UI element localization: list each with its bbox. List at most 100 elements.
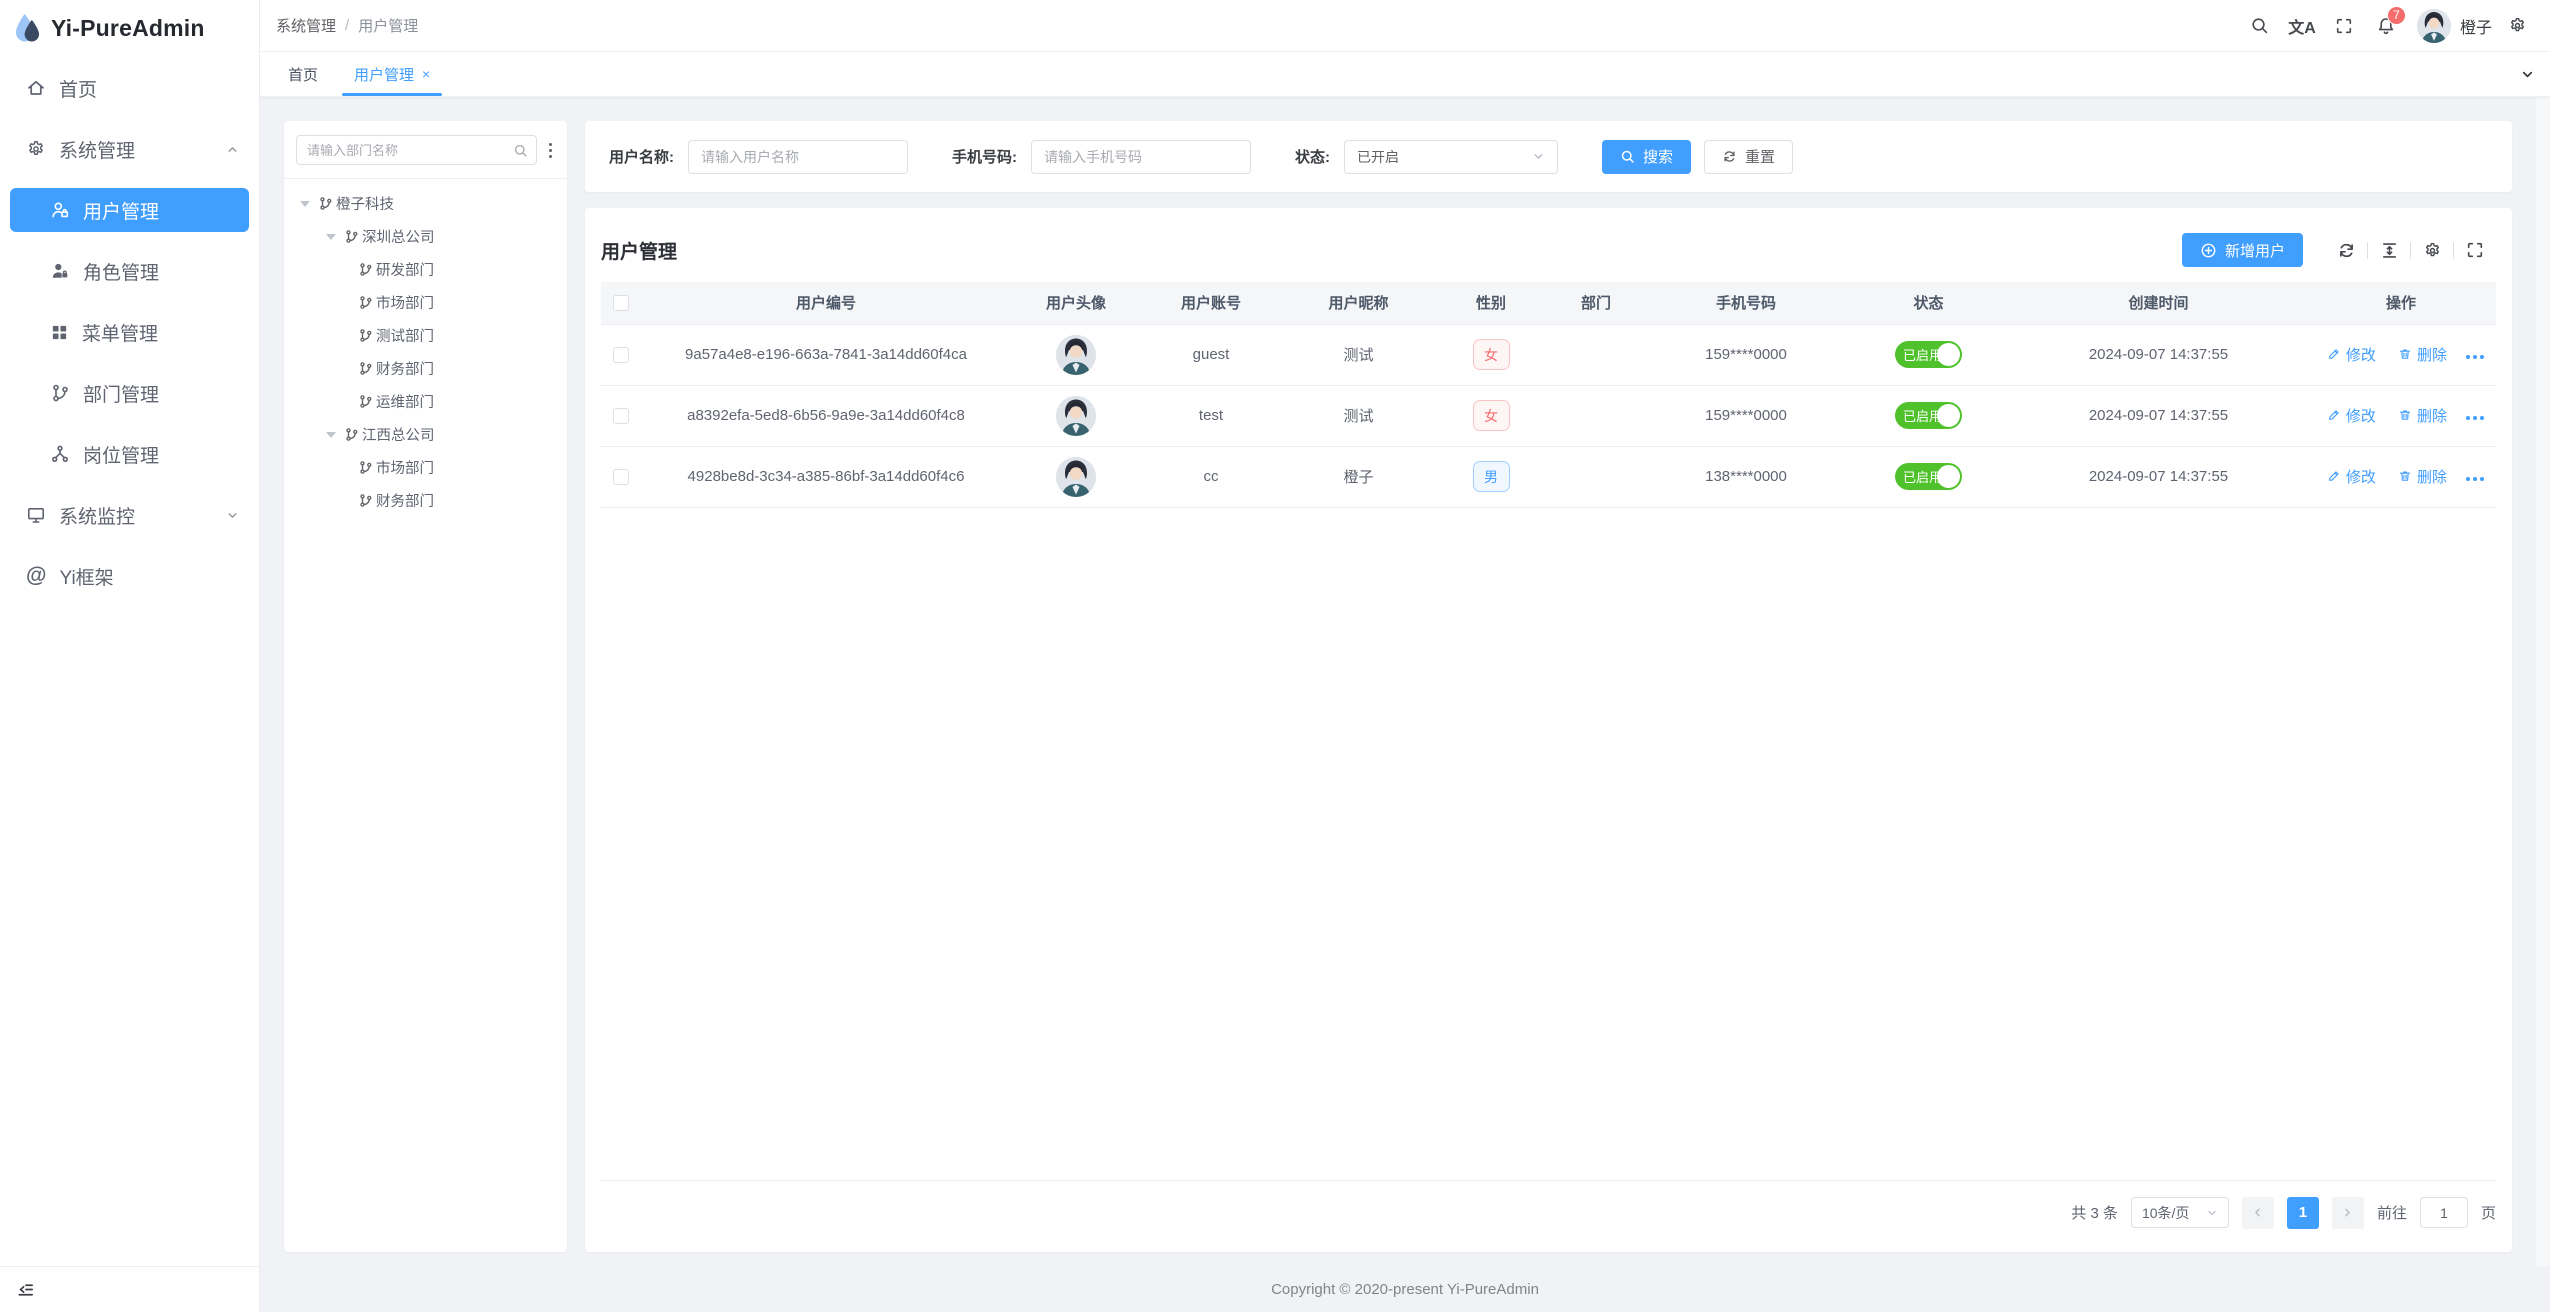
logo[interactable]: Yi-PureAdmin — [0, 0, 259, 57]
caret-down-icon[interactable] — [300, 201, 310, 207]
prev-page-button[interactable] — [2242, 1197, 2274, 1229]
sidebar-item-posts[interactable]: 岗位管理 — [0, 432, 259, 476]
row-checkbox[interactable] — [613, 347, 629, 363]
row-checkbox[interactable] — [613, 469, 629, 485]
tab-menu-button[interactable] — [2504, 67, 2550, 82]
search-icon — [513, 143, 528, 158]
close-icon[interactable]: × — [422, 67, 430, 81]
scrollbar-gutter[interactable] — [2536, 97, 2550, 1266]
branch-icon — [358, 295, 373, 310]
department-search-input[interactable] — [307, 143, 508, 158]
breadcrumb-separator: / — [345, 17, 349, 34]
user-avatar[interactable] — [2417, 9, 2451, 43]
cell-phone: 138****0000 — [1646, 446, 1846, 507]
sidebar: Yi-PureAdmin 首页 系统管理 用户管理 角色管理 菜单管理 部门管理 — [0, 0, 260, 1312]
language-toggle-button[interactable]: 文A — [2281, 0, 2323, 52]
table-fullscreen-button[interactable] — [2454, 233, 2496, 267]
tree-node-dept[interactable]: 市场部门 — [296, 286, 555, 319]
search-button[interactable]: 搜索 — [1602, 140, 1691, 174]
page-number-button[interactable]: 1 — [2287, 1197, 2319, 1229]
select-all-checkbox[interactable] — [613, 295, 629, 311]
tree-more-icon[interactable] — [546, 140, 555, 161]
sidebar-group-monitor[interactable]: 系统监控 — [0, 493, 259, 537]
tree-node-dept[interactable]: 测试部门 — [296, 319, 555, 352]
more-actions-button[interactable] — [2466, 416, 2484, 420]
global-search-button[interactable] — [2239, 0, 2281, 52]
toggle-knob — [1937, 465, 1960, 488]
sidebar-item-roles[interactable]: 角色管理 — [0, 249, 259, 293]
sidebar-item-menus[interactable]: 菜单管理 — [0, 310, 259, 354]
sidebar-item-home[interactable]: 首页 — [0, 66, 259, 110]
notifications-button[interactable]: 7 — [2365, 0, 2407, 52]
table-settings-button[interactable] — [2411, 233, 2453, 267]
cell-account: cc — [1141, 446, 1281, 507]
delete-button[interactable]: 删除 — [2398, 405, 2447, 426]
caret-down-icon[interactable] — [326, 432, 336, 438]
chevron-down-icon — [2206, 1207, 2218, 1219]
status-toggle[interactable]: 已启用 — [1895, 402, 1962, 429]
user-avatar — [1056, 396, 1096, 436]
tab-home[interactable]: 首页 — [270, 52, 336, 96]
fullscreen-button[interactable] — [2323, 0, 2365, 52]
tree-node-company[interactable]: 橙子科技 — [296, 187, 555, 220]
tree-node-dept[interactable]: 运维部门 — [296, 385, 555, 418]
settings-button[interactable] — [2496, 0, 2538, 52]
tree-node-dept[interactable]: 财务部门 — [296, 484, 555, 517]
status-toggle[interactable]: 已启用 — [1895, 463, 1962, 490]
sidebar-menu: 首页 系统管理 用户管理 角色管理 菜单管理 部门管理 岗位管理 — [0, 66, 259, 598]
caret-down-icon[interactable] — [326, 234, 336, 240]
col-account: 用户账号 — [1141, 282, 1281, 324]
reset-button[interactable]: 重置 — [1704, 140, 1793, 174]
row-checkbox[interactable] — [613, 408, 629, 424]
phone-filter-input[interactable] — [1031, 140, 1251, 174]
status-select[interactable]: 已开启 — [1344, 140, 1558, 174]
copyright-text: Copyright © 2020-present Yi-PureAdmin — [1271, 1281, 1539, 1298]
next-page-button[interactable] — [2332, 1197, 2364, 1229]
cell-dept — [1546, 385, 1646, 446]
col-created: 创建时间 — [2011, 282, 2306, 324]
goto-page-input[interactable] — [2420, 1197, 2468, 1228]
at-icon: @ — [26, 564, 46, 588]
notification-badge: 7 — [2387, 6, 2406, 25]
sidebar-collapse-button[interactable] — [0, 1266, 259, 1312]
username-filter-input[interactable] — [688, 140, 908, 174]
status-toggle[interactable]: 已启用 — [1895, 341, 1962, 368]
chevron-left-icon — [2251, 1206, 2264, 1219]
cell-phone: 159****0000 — [1646, 324, 1846, 385]
table-refresh-button[interactable] — [2325, 233, 2367, 267]
tree-node-branch[interactable]: 江西总公司 — [296, 418, 555, 451]
edit-button[interactable]: 修改 — [2327, 466, 2376, 487]
tab-user-management[interactable]: 用户管理 × — [336, 52, 448, 96]
fullscreen-icon — [2466, 241, 2484, 259]
plus-circle-icon — [2200, 242, 2217, 259]
edit-button[interactable]: 修改 — [2327, 405, 2376, 426]
tree-node-dept[interactable]: 市场部门 — [296, 451, 555, 484]
add-user-button[interactable]: 新增用户 — [2182, 233, 2303, 267]
breadcrumb-parent[interactable]: 系统管理 — [276, 15, 336, 36]
tree-node-dept[interactable]: 财务部门 — [296, 352, 555, 385]
col-user-id: 用户编号 — [641, 282, 1011, 324]
username[interactable]: 橙子 — [2460, 14, 2492, 38]
tag-view-bar: 首页 用户管理 × — [260, 52, 2550, 97]
more-actions-button[interactable] — [2466, 477, 2484, 481]
more-actions-button[interactable] — [2466, 355, 2484, 359]
status-filter-label: 状态: — [1295, 146, 1330, 167]
tree-node-branch[interactable]: 深圳总公司 — [296, 220, 555, 253]
page-size-select[interactable]: 10条/页 — [2131, 1197, 2229, 1228]
delete-button[interactable]: 删除 — [2398, 466, 2447, 487]
sidebar-group-system[interactable]: 系统管理 — [0, 127, 259, 171]
toggle-knob — [1937, 343, 1960, 366]
sidebar-item-framework[interactable]: @ Yi框架 — [0, 554, 259, 598]
col-status: 状态 — [1846, 282, 2011, 324]
gender-badge: 女 — [1473, 339, 1510, 370]
department-search-field[interactable] — [296, 135, 537, 165]
goto-label: 前往 — [2377, 1202, 2407, 1223]
tree-node-dept[interactable]: 研发部门 — [296, 253, 555, 286]
search-icon — [2250, 16, 2269, 35]
delete-button[interactable]: 删除 — [2398, 344, 2447, 365]
table-density-button[interactable] — [2368, 233, 2410, 267]
sidebar-item-departments[interactable]: 部门管理 — [0, 371, 259, 415]
sidebar-item-users[interactable]: 用户管理 — [10, 188, 249, 232]
cell-nickname: 测试 — [1281, 385, 1436, 446]
edit-button[interactable]: 修改 — [2327, 344, 2376, 365]
